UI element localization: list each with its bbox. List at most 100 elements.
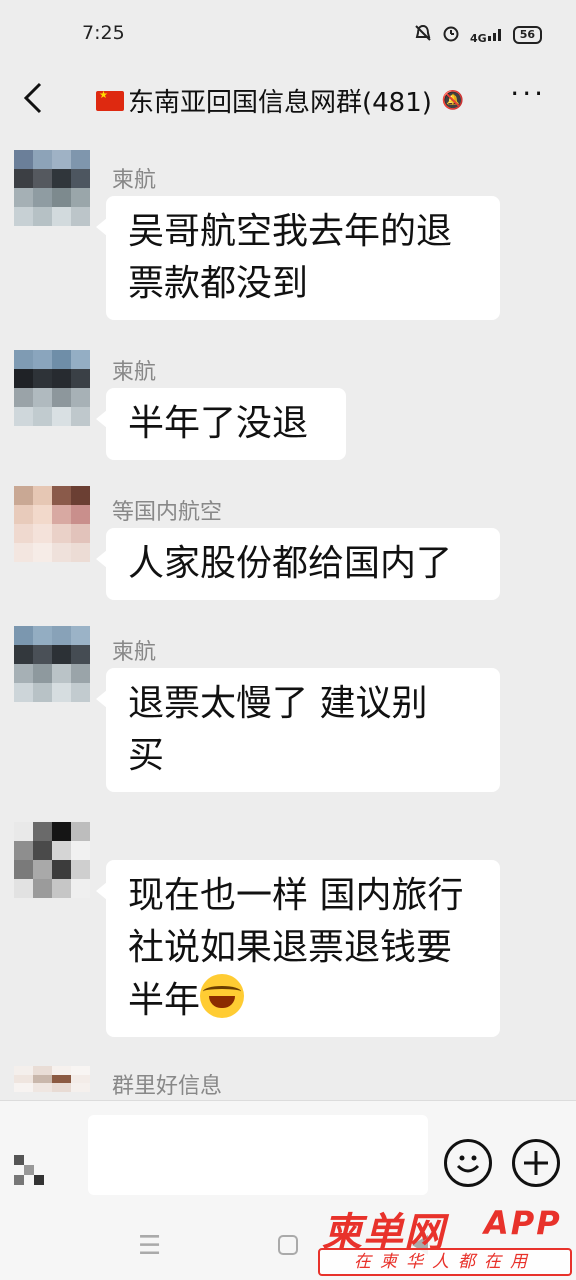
cambodia-china-flag-icon bbox=[96, 90, 124, 111]
avatar-pixel bbox=[71, 841, 90, 860]
avatar-pixel bbox=[33, 664, 52, 683]
avatar-pixel bbox=[33, 683, 52, 702]
avatar[interactable] bbox=[14, 350, 90, 426]
avatar-pixel bbox=[71, 169, 90, 188]
message-text-line: 票款都没到 bbox=[128, 263, 309, 304]
avatar-pixel bbox=[71, 524, 90, 543]
avatar-pixel bbox=[14, 645, 33, 664]
avatar-pixel bbox=[33, 879, 52, 898]
emoji-button[interactable] bbox=[444, 1139, 492, 1187]
message-bubble[interactable]: 半年了没退 bbox=[96, 388, 346, 460]
group-name: 东南亚回国信息网群(481) bbox=[128, 88, 432, 118]
avatar-pixel bbox=[52, 486, 71, 505]
watermark-app-label: APP bbox=[484, 1204, 562, 1242]
avatar-pixel bbox=[14, 369, 33, 388]
avatar[interactable] bbox=[14, 1066, 90, 1100]
avatar-pixel bbox=[52, 1083, 71, 1092]
avatar-pixel bbox=[14, 188, 33, 207]
avatar-pixel bbox=[33, 1074, 52, 1083]
message-text: 半年 bbox=[128, 980, 201, 1021]
plus-icon bbox=[524, 1151, 548, 1175]
alarm-clock-icon bbox=[442, 24, 460, 46]
avatar-pixel bbox=[33, 169, 52, 188]
avatar-pixel bbox=[33, 543, 52, 562]
avatar-pixel bbox=[14, 664, 33, 683]
avatar-pixel bbox=[14, 1066, 33, 1075]
avatar-pixel bbox=[33, 841, 52, 860]
watermark: 柬单网 APP 在柬华人都在用 bbox=[318, 1200, 572, 1276]
avatar-pixel bbox=[52, 1091, 71, 1100]
more-dots-icon: ··· bbox=[510, 77, 546, 110]
avatar-pixel bbox=[52, 407, 71, 426]
avatar-pixel bbox=[71, 664, 90, 683]
voice-icon bbox=[14, 1155, 44, 1185]
avatar-pixel bbox=[14, 407, 33, 426]
avatar-pixel bbox=[71, 505, 90, 524]
avatar-pixel bbox=[71, 1066, 90, 1075]
back-button[interactable] bbox=[18, 78, 54, 118]
avatar-pixel bbox=[71, 860, 90, 879]
input-bar bbox=[0, 1100, 576, 1205]
avatar-pixel bbox=[33, 524, 52, 543]
do-not-disturb-icon bbox=[414, 24, 432, 46]
avatar-pixel bbox=[33, 188, 52, 207]
message-bubble[interactable]: 现在也一样 国内旅行 社说如果退票退钱要 半年 bbox=[96, 860, 500, 1037]
menu-icon[interactable]: ☰ bbox=[138, 1231, 161, 1261]
avatar-pixel bbox=[14, 169, 33, 188]
message-bubble[interactable]: 退票太慢了 建议别买 bbox=[96, 668, 500, 792]
avatar-pixel bbox=[14, 822, 33, 841]
avatar-pixel bbox=[52, 169, 71, 188]
avatar-pixel bbox=[52, 860, 71, 879]
avatar-pixel bbox=[71, 350, 90, 369]
avatar-pixel bbox=[52, 505, 71, 524]
avatar[interactable] bbox=[14, 822, 90, 898]
avatar-pixel bbox=[52, 369, 71, 388]
avatar-pixel bbox=[14, 683, 33, 702]
avatar-pixel bbox=[71, 369, 90, 388]
sender-name[interactable]: 柬航 bbox=[112, 162, 156, 194]
avatar-pixel bbox=[52, 879, 71, 898]
avatar-pixel bbox=[33, 860, 52, 879]
home-square-icon[interactable] bbox=[278, 1235, 298, 1255]
status-bar: 7:25 4G 56 bbox=[0, 0, 576, 70]
avatar[interactable] bbox=[14, 150, 90, 226]
chat-title[interactable]: 东南亚回国信息网群(481) 🔕 bbox=[96, 82, 464, 119]
avatar[interactable] bbox=[14, 486, 90, 562]
avatar-pixel bbox=[14, 543, 33, 562]
avatar-pixel bbox=[14, 1083, 33, 1092]
message-bubble[interactable]: 人家股份都给国内了 bbox=[96, 528, 500, 600]
avatar-pixel bbox=[33, 1066, 52, 1075]
avatar-pixel bbox=[52, 841, 71, 860]
watermark-slogan: 在柬华人都在用 bbox=[318, 1248, 572, 1276]
avatar-pixel bbox=[71, 683, 90, 702]
avatar-pixel bbox=[33, 1083, 52, 1092]
avatar-pixel bbox=[33, 350, 52, 369]
emoji-face-icon bbox=[456, 1155, 480, 1173]
avatar-pixel bbox=[71, 407, 90, 426]
plus-button[interactable] bbox=[512, 1139, 560, 1187]
avatar-pixel bbox=[14, 626, 33, 645]
avatar-pixel bbox=[33, 369, 52, 388]
avatar-pixel bbox=[71, 207, 90, 226]
sender-name[interactable]: 柬航 bbox=[112, 634, 156, 666]
sender-name[interactable]: 等国内航空 bbox=[112, 494, 222, 526]
avatar-pixel bbox=[52, 524, 71, 543]
voice-button[interactable] bbox=[12, 1145, 62, 1195]
battery-icon: 56 bbox=[512, 26, 542, 44]
avatar-pixel bbox=[33, 407, 52, 426]
network-type-label: 4G bbox=[470, 31, 487, 45]
message-input[interactable] bbox=[88, 1115, 428, 1195]
sender-name[interactable]: 柬航 bbox=[112, 354, 156, 386]
avatar-pixel bbox=[33, 505, 52, 524]
more-button[interactable]: ··· bbox=[510, 80, 546, 108]
signal-4g-icon: 4G bbox=[470, 26, 503, 45]
message-text-line: 吴哥航空我去年的退 bbox=[128, 211, 453, 252]
avatar-pixel bbox=[71, 1074, 90, 1083]
avatar-pixel bbox=[33, 486, 52, 505]
avatar[interactable] bbox=[14, 626, 90, 702]
sender-name[interactable]: 群里好信息 bbox=[112, 1068, 222, 1100]
avatar-pixel bbox=[71, 822, 90, 841]
avatar-pixel bbox=[71, 879, 90, 898]
avatar-pixel bbox=[52, 207, 71, 226]
message-bubble[interactable]: 吴哥航空我去年的退 票款都没到 bbox=[96, 196, 500, 320]
